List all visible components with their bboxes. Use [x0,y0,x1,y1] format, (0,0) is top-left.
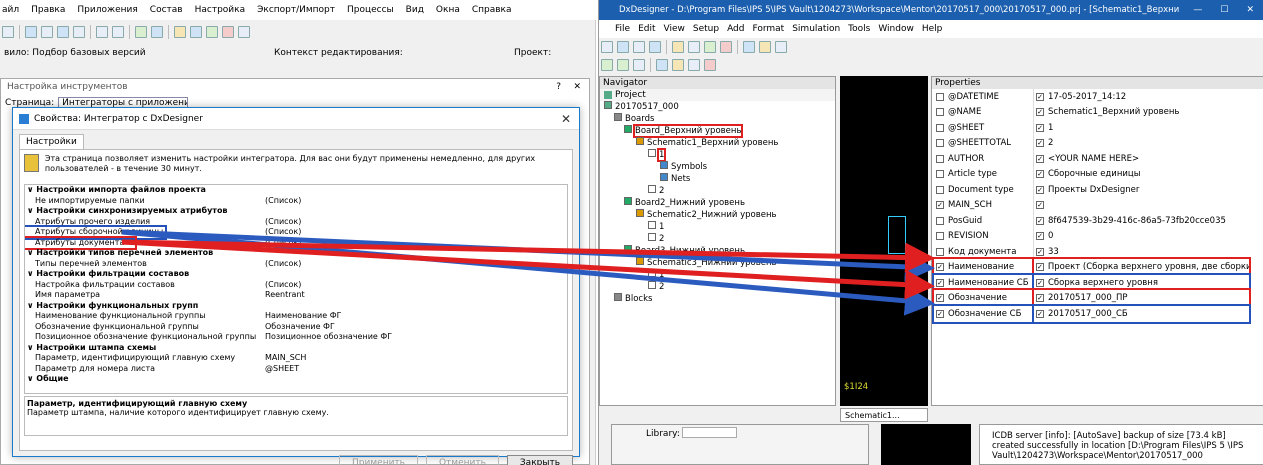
annotation-arrows [121,229,935,316]
